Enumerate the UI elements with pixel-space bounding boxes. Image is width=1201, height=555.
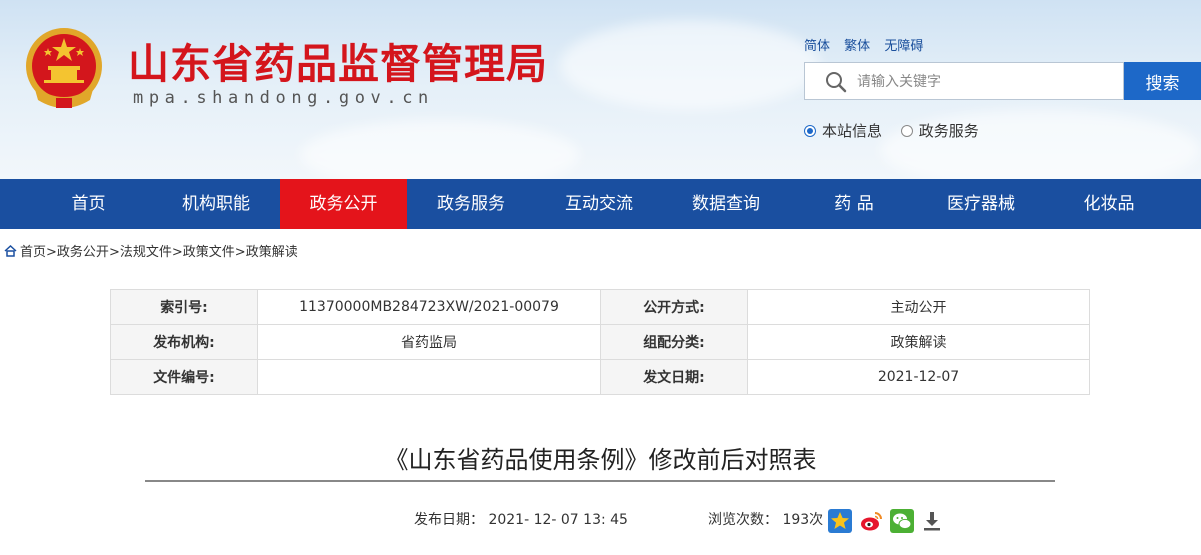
index-no-value: 11370000MB284723XW/2021-00079 — [257, 289, 601, 325]
title-divider — [145, 480, 1055, 482]
site-title[interactable]: 山东省药品监督管理局 — [128, 30, 548, 90]
table-row: 索引号: 11370000MB284723XW/2021-00079 公开方式:… — [110, 289, 1090, 325]
breadcrumb-item[interactable]: 法规文件 — [120, 245, 172, 260]
issue-date-label: 发文日期: — [600, 359, 748, 395]
cloud-decoration — [560, 20, 820, 110]
view-count: 浏览次数： 193次 — [708, 509, 823, 529]
nav-item-drugs[interactable]: 药 品 — [800, 179, 908, 229]
breadcrumb-item[interactable]: 首页 — [20, 245, 46, 260]
publish-date: 发布日期： 2021- 12- 07 13: 45 — [414, 509, 628, 529]
breadcrumb-item[interactable]: 政务公开 — [57, 245, 109, 260]
search-input[interactable] — [855, 63, 1119, 101]
doc-no-label: 文件编号: — [110, 359, 258, 395]
open-mode-label: 公开方式: — [600, 289, 748, 325]
breadcrumb-item[interactable]: 政策解读 — [246, 245, 298, 260]
site-url: mpa.shandong.gov.cn — [133, 88, 434, 108]
radio-checked-icon[interactable] — [804, 125, 816, 137]
wechat-icon[interactable] — [890, 509, 914, 533]
search-box — [804, 62, 1124, 101]
weibo-icon[interactable] — [859, 509, 883, 533]
table-row: 发布机构: 省药监局 组配分类: 政策解读 — [110, 324, 1090, 360]
open-mode-value: 主动公开 — [747, 289, 1090, 325]
category-value: 政策解读 — [747, 324, 1090, 360]
nav-item-cosmetics[interactable]: 化妆品 — [1055, 179, 1163, 229]
table-row: 文件编号: 发文日期: 2021-12-07 — [110, 359, 1090, 395]
search-button[interactable]: 搜索 — [1124, 62, 1201, 100]
issuer-label: 发布机构: — [110, 324, 258, 360]
nav-item-org-functions[interactable]: 机构职能 — [162, 179, 270, 229]
scope-site-info-label: 本站信息 — [822, 122, 883, 140]
nav-item-interaction[interactable]: 互动交流 — [545, 179, 653, 229]
search-scope: 本站信息 政务服务 — [804, 120, 993, 141]
scope-gov-service-label: 政务服务 — [918, 122, 979, 140]
lang-simplified-link[interactable]: 简体 — [804, 39, 830, 54]
national-emblem-icon — [26, 28, 102, 108]
home-icon — [4, 245, 17, 257]
cloud-decoration — [300, 120, 580, 179]
scope-site-info-option[interactable]: 本站信息 — [804, 122, 882, 140]
publish-date-value: 2021- 12- 07 13: 45 — [488, 512, 628, 528]
star-icon[interactable] — [828, 509, 852, 533]
accessibility-link[interactable]: 无障碍 — [884, 39, 923, 54]
scope-gov-service-option[interactable]: 政务服务 — [900, 122, 979, 140]
document-meta-table: 索引号: 11370000MB284723XW/2021-00079 公开方式:… — [110, 289, 1090, 395]
nav-item-medical-devices[interactable]: 医疗器械 — [927, 179, 1035, 229]
site-header: 山东省药品监督管理局 mpa.shandong.gov.cn 简体 繁体 无障碍… — [0, 0, 1201, 179]
doc-no-value — [257, 359, 601, 395]
nav-item-home[interactable]: 首页 — [37, 179, 140, 229]
nav-item-gov-service[interactable]: 政务服务 — [417, 179, 525, 229]
breadcrumb-item[interactable]: 政策文件 — [183, 245, 235, 260]
language-links: 简体 繁体 无障碍 — [804, 35, 933, 54]
main-nav: 首页 机构职能 政务公开 政务服务 互动交流 数据查询 药 品 医疗器械 化妆品 — [0, 179, 1201, 229]
issue-date-value: 2021-12-07 — [747, 359, 1090, 395]
article-title: 《山东省药品使用条例》修改前后对照表 — [384, 446, 817, 474]
nav-item-gov-affairs[interactable]: 政务公开 — [280, 179, 407, 229]
download-icon[interactable] — [920, 509, 944, 533]
publish-date-label: 发布日期： — [414, 512, 484, 528]
issuer-value: 省药监局 — [257, 324, 601, 360]
nav-item-data-query[interactable]: 数据查询 — [672, 179, 780, 229]
search-icon — [826, 72, 847, 93]
category-label: 组配分类: — [600, 324, 748, 360]
radio-unchecked-icon[interactable] — [900, 125, 913, 137]
view-count-label: 浏览次数： — [708, 512, 778, 528]
lang-traditional-link[interactable]: 繁体 — [844, 39, 870, 54]
index-no-label: 索引号: — [110, 289, 258, 325]
view-count-value: 193次 — [782, 512, 824, 528]
breadcrumb: 首页>政务公开>法规文件>政策文件>政策解读 — [4, 241, 298, 260]
